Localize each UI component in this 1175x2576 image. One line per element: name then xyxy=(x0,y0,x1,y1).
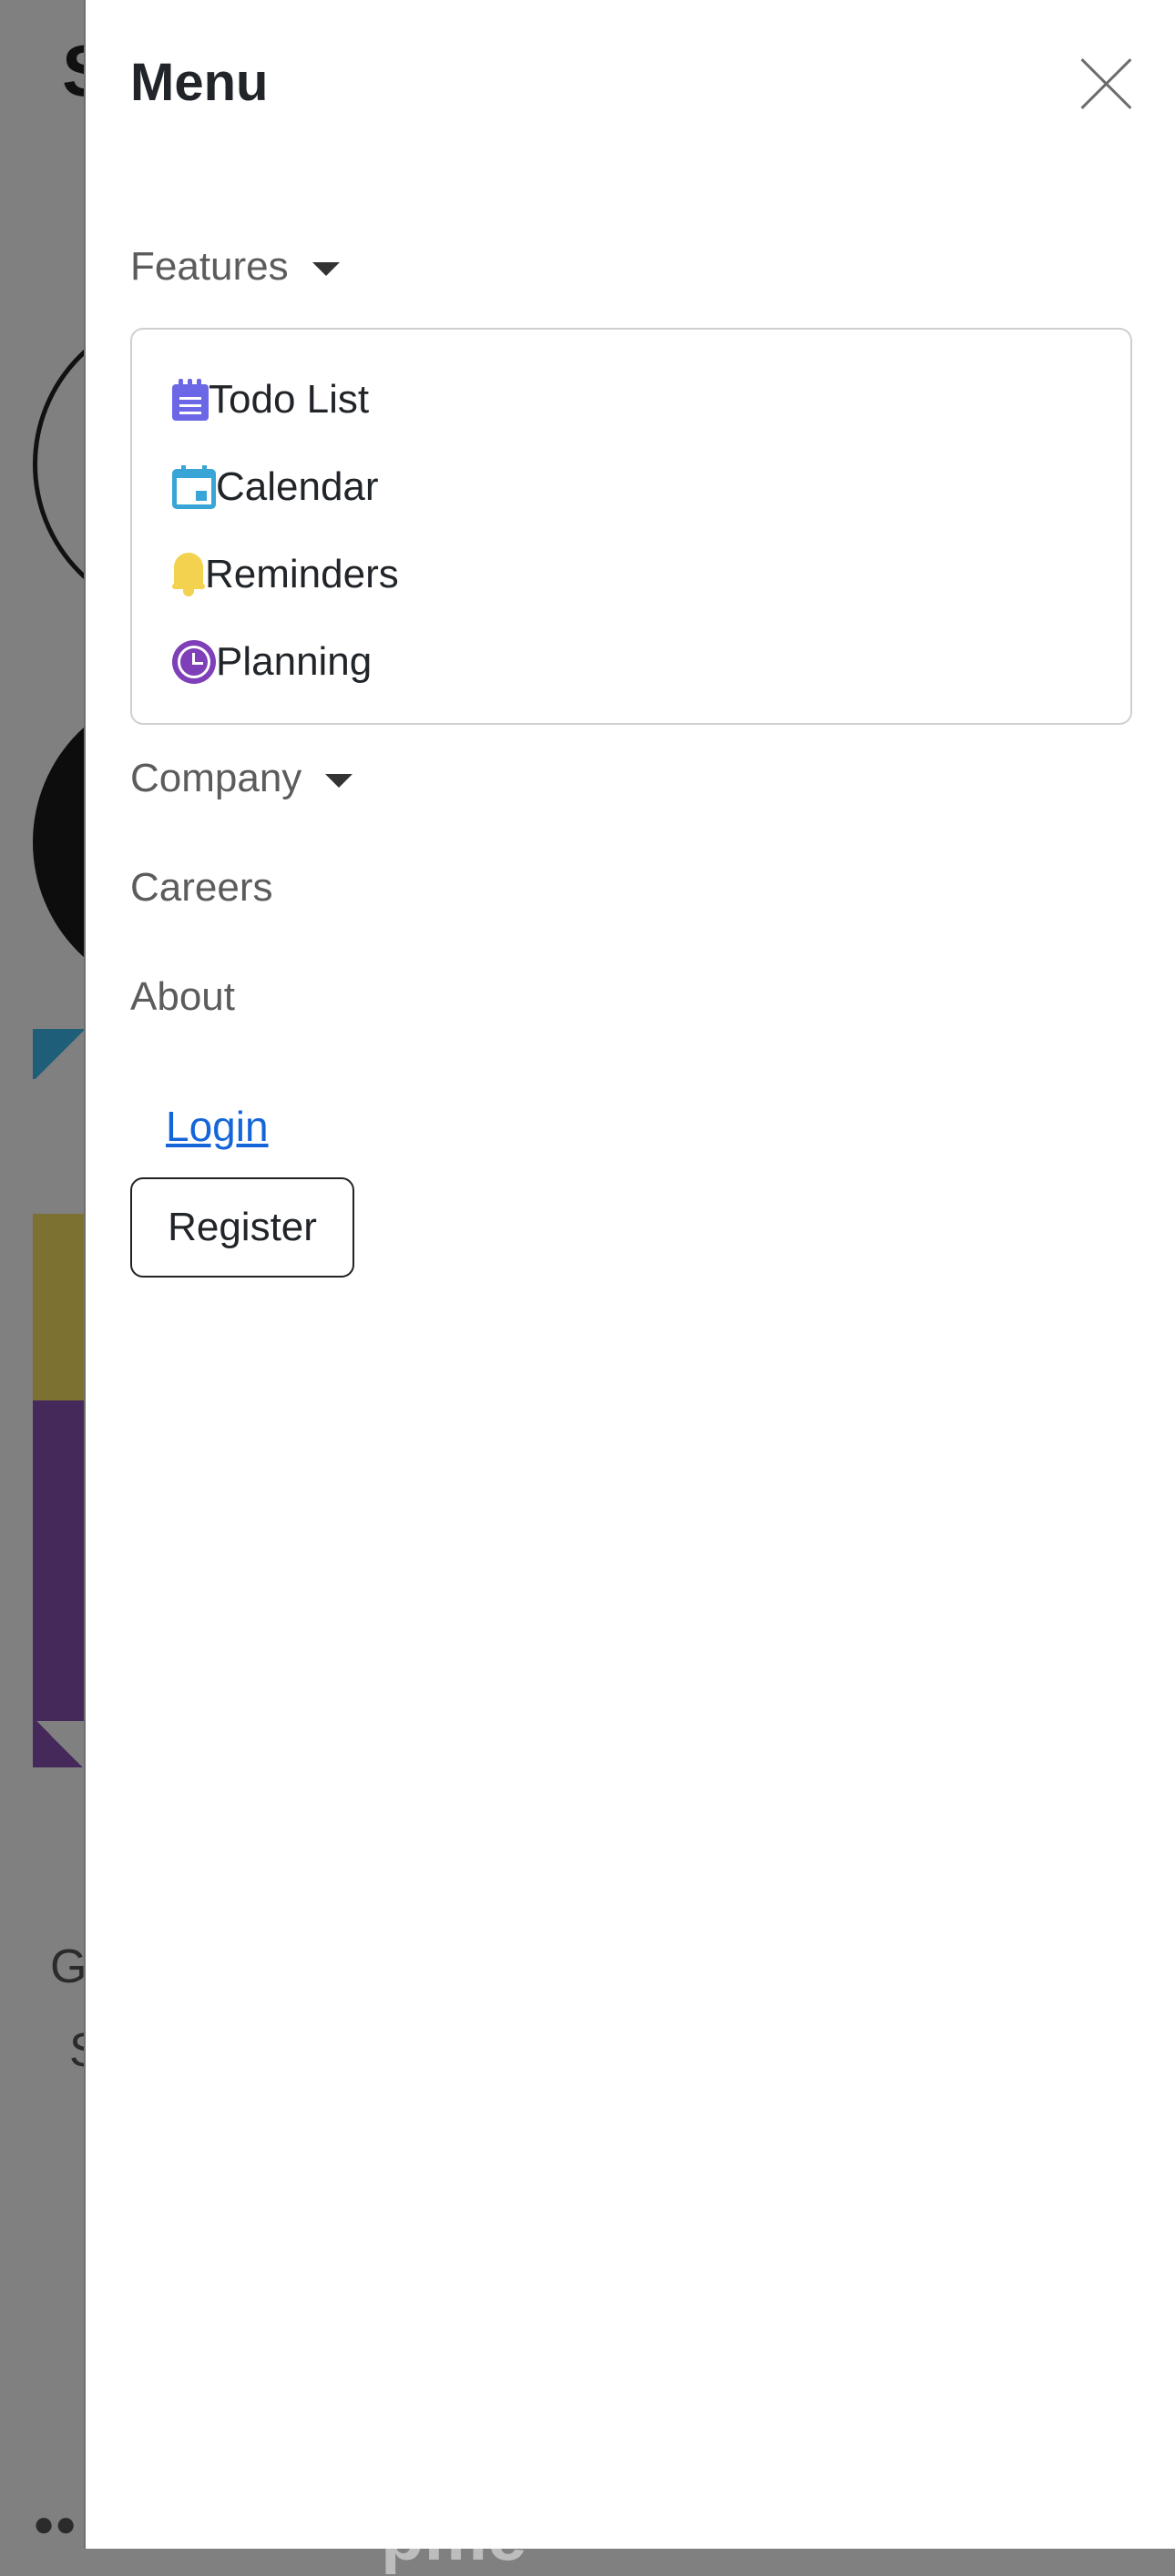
caret-down-icon xyxy=(312,261,340,276)
clock-icon xyxy=(172,640,216,684)
background-text-fragment-1: G xyxy=(50,1940,87,1993)
dropdown-item-todo-list[interactable]: Todo List xyxy=(172,377,369,423)
dropdown-item-label: Reminders xyxy=(205,552,399,596)
bell-icon xyxy=(172,553,205,596)
dropdown-item-reminders[interactable]: Reminders xyxy=(172,552,399,597)
menu-title: Menu xyxy=(130,53,269,112)
caret-down-icon xyxy=(325,773,353,788)
dropdown-item-planning[interactable]: Planning xyxy=(172,639,372,685)
features-dropdown-menu: Todo List Calendar Reminders Planning xyxy=(130,328,1132,725)
dropdown-item-label: Planning xyxy=(216,639,373,684)
about-label: About xyxy=(130,974,235,1019)
dropdown-item-label: Todo List xyxy=(209,377,370,422)
login-link[interactable]: Login xyxy=(166,1102,269,1151)
offcanvas-menu: Menu Features Todo List Calendar Reminde… xyxy=(84,0,1175,2549)
features-label: Features xyxy=(130,244,289,289)
dropdown-item-label: Calendar xyxy=(216,464,379,509)
careers-label: Careers xyxy=(130,865,273,910)
background-triangle xyxy=(33,1029,87,1079)
todo-list-icon xyxy=(172,379,209,421)
dropdown-item-calendar[interactable]: Calendar xyxy=(172,464,379,510)
close-icon[interactable] xyxy=(1078,56,1133,111)
nav-link-careers[interactable]: Careers xyxy=(130,865,273,911)
register-button[interactable]: Register xyxy=(130,1177,354,1278)
background-bottom-fragment: ●● xyxy=(33,2504,77,2544)
features-dropdown-toggle[interactable]: Features xyxy=(130,244,340,290)
company-label: Company xyxy=(130,756,302,800)
background-purple-cut xyxy=(33,1721,87,1768)
calendar-icon xyxy=(172,465,216,509)
nav-link-about[interactable]: About xyxy=(130,974,235,1020)
company-dropdown-toggle[interactable]: Company xyxy=(130,756,353,801)
